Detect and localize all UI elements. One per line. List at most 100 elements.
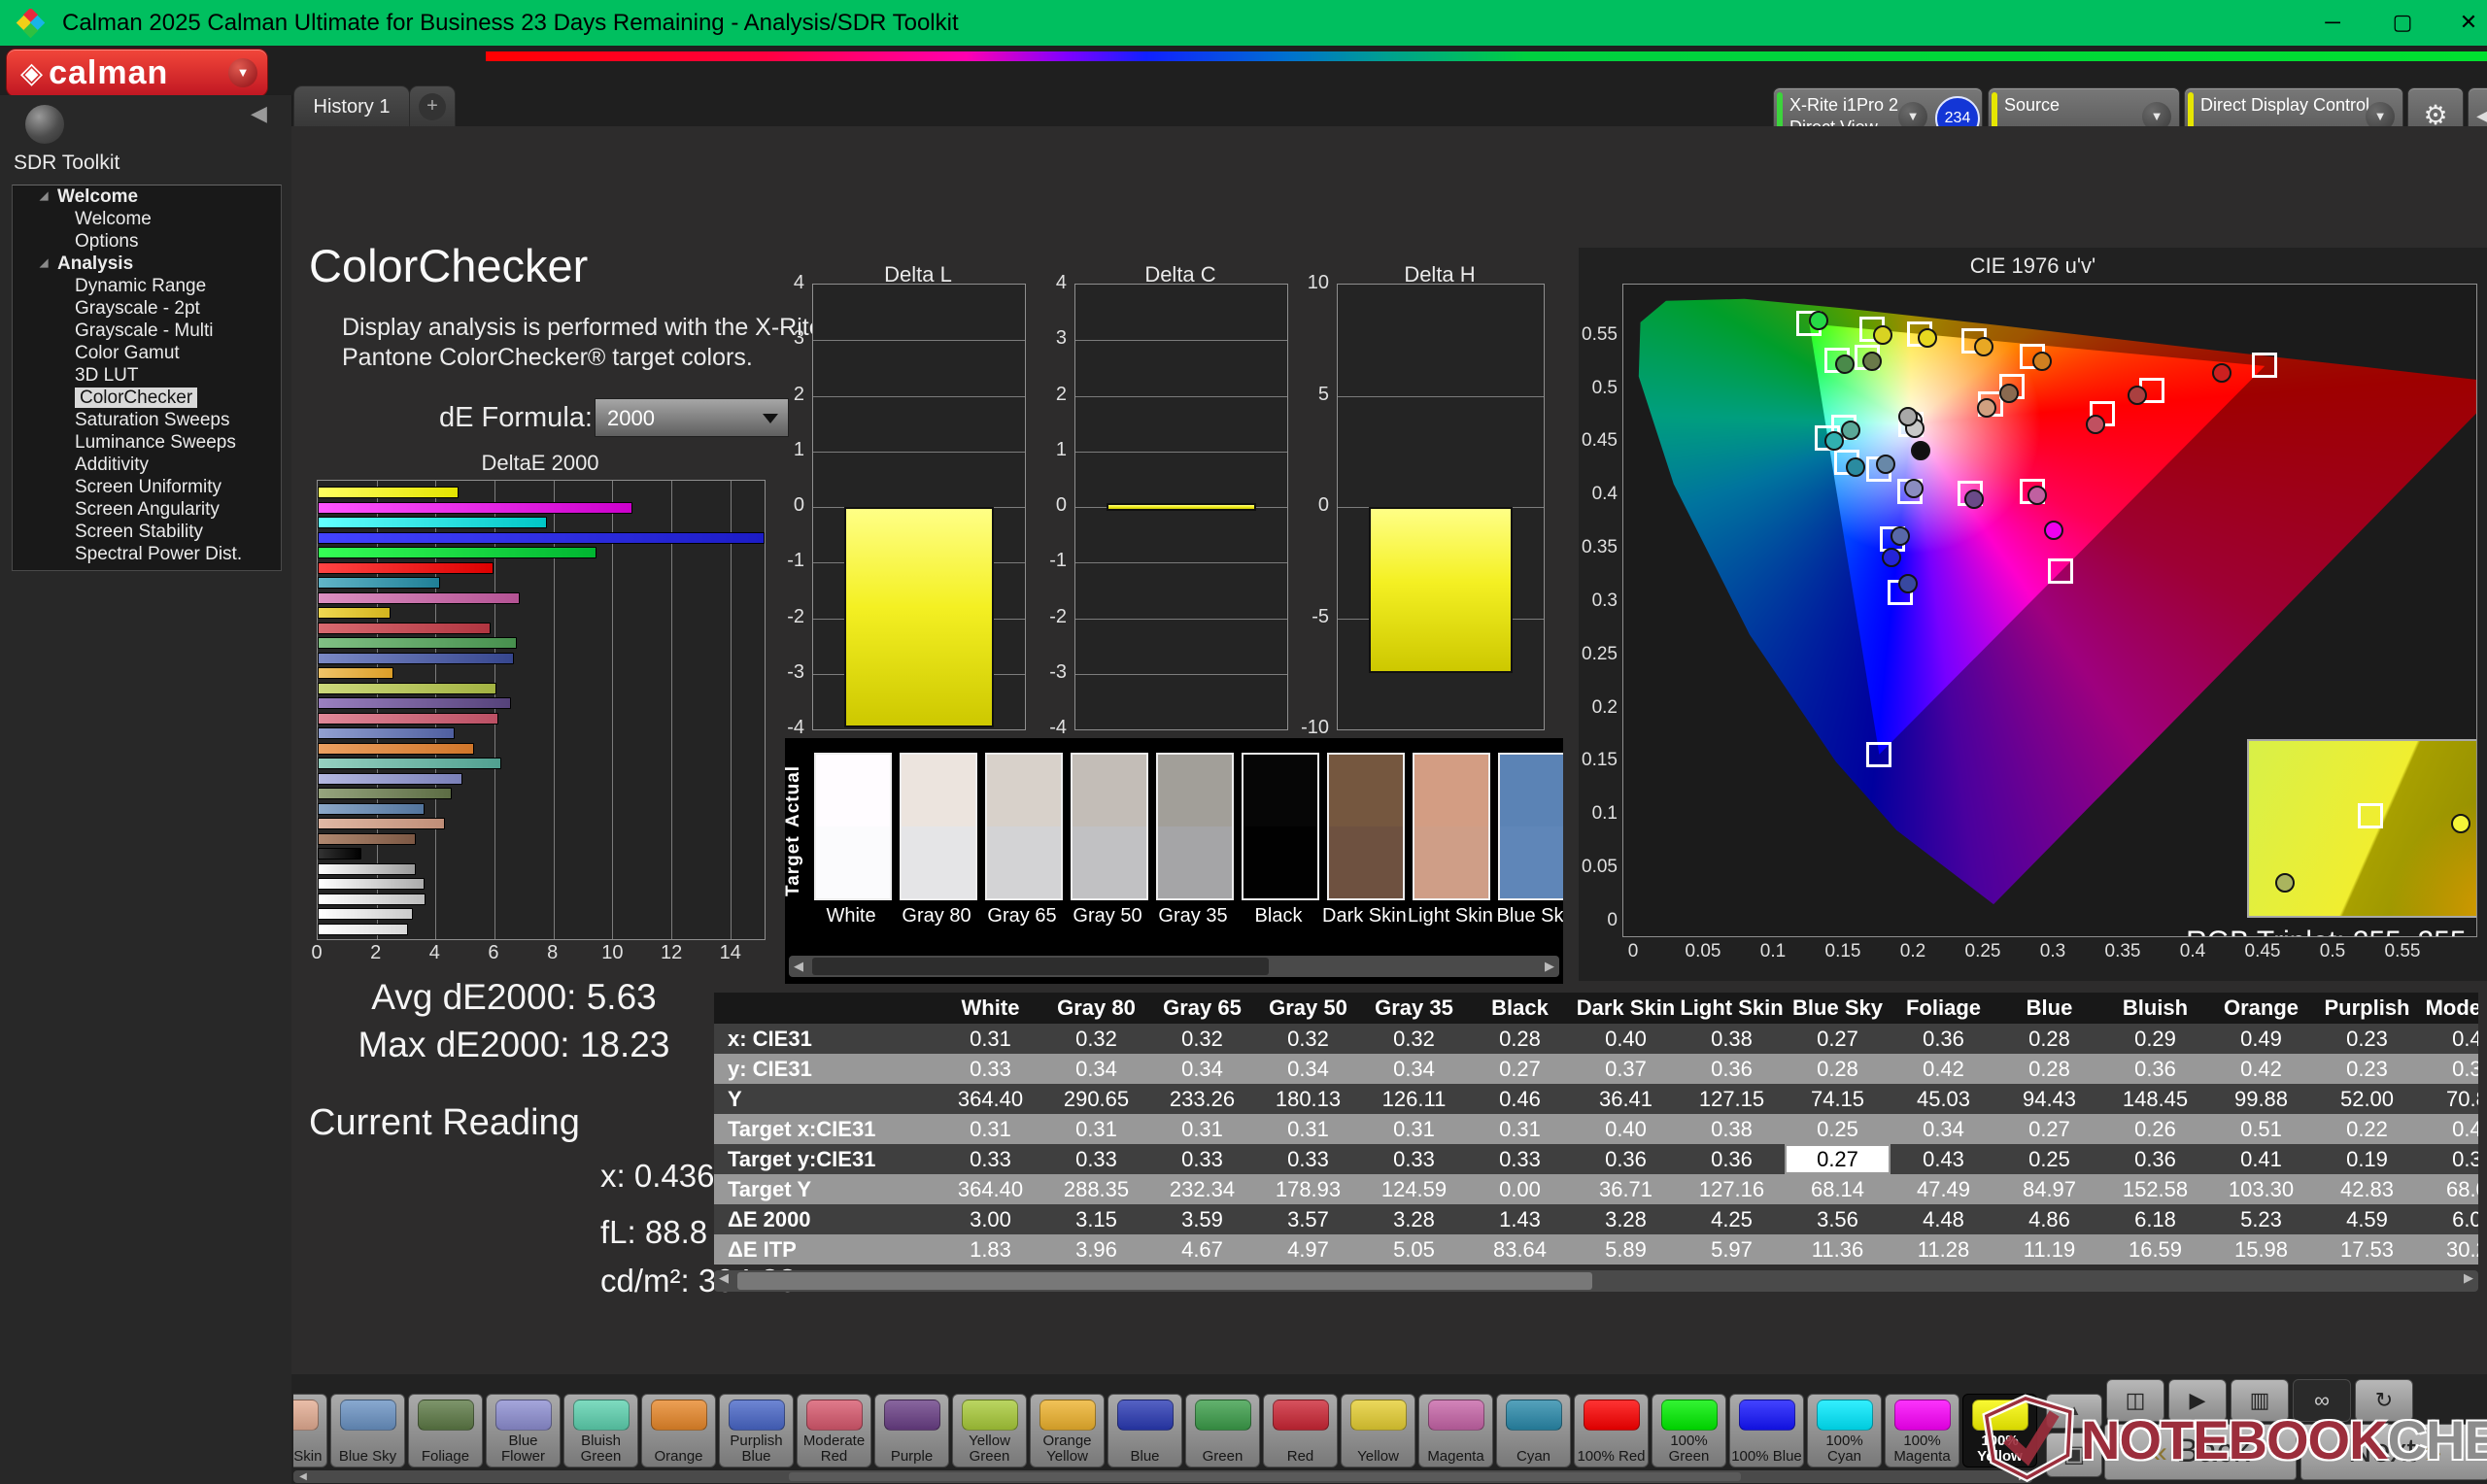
bar-100-green [318, 547, 596, 558]
patch-button-foliage[interactable]: Foliage [408, 1394, 483, 1467]
col-header-gray-80: Gray 80 [1043, 993, 1149, 1024]
bar-light-skin [318, 818, 445, 829]
close-button[interactable]: ✕ [2452, 8, 2485, 37]
compare-swatch-label: White [809, 905, 893, 928]
patch-color-swatch [962, 1400, 1018, 1431]
table-cell: 0.33 [2420, 1054, 2478, 1084]
tree-group-analysis[interactable]: ◢Analysis [13, 253, 281, 275]
target-color [1414, 826, 1488, 898]
patch-button-orange[interactable]: Orange [641, 1394, 716, 1467]
target-color [1073, 826, 1146, 898]
strip-scroll-up-button[interactable]: ▲ [2046, 1394, 2102, 1429]
patch-button-green[interactable]: Green [1185, 1394, 1260, 1467]
scroll-right-icon[interactable]: ▶ [2459, 1270, 2478, 1292]
patch-button-blue-flower[interactable]: Blue Flower [486, 1394, 561, 1467]
patch-strip-scrollbar[interactable]: ◀ ▶ [293, 1470, 2032, 1483]
patch-button-blue-sky[interactable]: Blue Sky [330, 1394, 405, 1467]
minimize-button[interactable]: ─ [2316, 8, 2349, 37]
next-button[interactable]: Next » [2300, 1424, 2487, 1480]
back-button[interactable]: « Back [2104, 1424, 2297, 1480]
tree-item-grayscale-2pt[interactable]: Grayscale - 2pt [13, 297, 281, 320]
calman-menu-button[interactable]: ◈ calman ▼ [6, 49, 268, 97]
table-cell: 0.40 [1573, 1024, 1679, 1054]
tree-item-additivity[interactable]: Additivity [13, 454, 281, 476]
scroll-right-icon[interactable]: ▶ [2013, 1470, 2032, 1483]
patch-button-label: Bluish Green [565, 1433, 636, 1465]
col-header-gray-35: Gray 35 [1361, 993, 1467, 1024]
bar-blue-flower [318, 773, 462, 785]
tree-item-options[interactable]: Options [13, 230, 281, 253]
swatch-scrollbar-thumb[interactable] [812, 958, 1269, 975]
patch-button-100-red[interactable]: 100% Red [1574, 1394, 1649, 1467]
sidebar-collapse-button[interactable]: ◀ [251, 101, 267, 126]
patch-button-100-yellow[interactable]: 100% Yellow [1962, 1394, 2037, 1467]
cie-x-tick-label: 0.35 [2094, 941, 2152, 962]
scroll-left-icon[interactable]: ◀ [714, 1270, 733, 1292]
patch-button-magenta[interactable]: Magenta [1418, 1394, 1493, 1467]
patch-button-label: Purplish Blue [721, 1433, 792, 1465]
patch-button-100-blue[interactable]: 100% Blue [1729, 1394, 1804, 1467]
patch-button-bluish-green[interactable]: Bluish Green [563, 1394, 638, 1467]
table-cell: 0.32 [1361, 1024, 1467, 1054]
patch-button-purplish-blue[interactable]: Purplish Blue [719, 1394, 794, 1467]
scroll-right-icon[interactable]: ▶ [1540, 956, 1559, 977]
tree-item-color-gamut[interactable]: Color Gamut [13, 342, 281, 364]
patch-button-100-magenta[interactable]: 100% Magenta [1885, 1394, 1959, 1467]
patch-color-swatch [1972, 1400, 2028, 1431]
bar-blue [318, 653, 514, 664]
patch-button-yellow[interactable]: Yellow [1341, 1394, 1415, 1467]
scroll-left-icon[interactable]: ◀ [789, 956, 808, 977]
table-scrollbar-thumb[interactable] [737, 1272, 1592, 1290]
patch-button-100-green[interactable]: 100% Green [1652, 1394, 1726, 1467]
col-header-orange: Orange [2208, 993, 2314, 1024]
patch-button-moderate-red[interactable]: Moderate Red [797, 1394, 871, 1467]
toolbar-icon-button[interactable]: ▥ [2231, 1379, 2289, 1422]
patch-color-swatch [1195, 1400, 1251, 1431]
bar-yellow-green [318, 683, 496, 694]
tree-item-3d-lut[interactable]: 3D LUT [13, 364, 281, 387]
session-orb-button[interactable] [25, 105, 64, 144]
patch-button-100-cyan[interactable]: 100% Cyan [1807, 1394, 1882, 1467]
toolbar-icon-button[interactable]: ∞ [2293, 1379, 2351, 1422]
toolbar-icon-button[interactable]: ↻ [2355, 1379, 2413, 1422]
tree-item-screen-stability[interactable]: Screen Stability [13, 521, 281, 543]
toolbar-icon-button[interactable]: ▶ [2168, 1379, 2227, 1422]
patch-button-cyan[interactable]: Cyan [1496, 1394, 1571, 1467]
scroll-left-icon[interactable]: ◀ [293, 1470, 313, 1483]
patch-button-label: Orange [643, 1449, 714, 1465]
tab-history-1[interactable]: History 1 [293, 85, 410, 127]
toolbar-icon-button[interactable]: ◫ [2106, 1379, 2164, 1422]
patch-button-light-skin[interactable]: Light Skin [293, 1394, 327, 1467]
patch-button-red[interactable]: Red [1263, 1394, 1338, 1467]
table-cell: 11.19 [1996, 1234, 2102, 1265]
tree-item-colorchecker[interactable]: ColorChecker [13, 387, 281, 409]
chevron-left-icon: ◀ [251, 101, 267, 125]
tree-item-dynamic-range[interactable]: Dynamic Range [13, 275, 281, 297]
target-row-label: Target [785, 827, 806, 905]
swatch-panel-scrollbar[interactable]: ◀▶ [789, 956, 1559, 977]
patch-button-orange-yellow[interactable]: Orange Yellow [1030, 1394, 1105, 1467]
tree-item-spectral-power-dist-[interactable]: Spectral Power Dist. [13, 543, 281, 565]
table-cell: 68.05 [2420, 1174, 2478, 1204]
y-tick-label: 1 [754, 439, 804, 461]
patch-button-yellow-green[interactable]: Yellow Green [952, 1394, 1027, 1467]
strip-scrollbar-thumb[interactable] [789, 1472, 1741, 1481]
patch-button-blue[interactable]: Blue [1107, 1394, 1182, 1467]
tree-item-welcome[interactable]: Welcome [13, 208, 281, 230]
table-scrollbar[interactable]: ◀ ▶ [714, 1270, 2478, 1292]
patch-button-label: 100% Magenta [1887, 1433, 1958, 1465]
tree-group-welcome[interactable]: ◢Welcome [13, 186, 281, 208]
tree-item-screen-uniformity[interactable]: Screen Uniformity [13, 476, 281, 498]
tree-item-saturation-sweeps[interactable]: Saturation Sweeps [13, 409, 281, 431]
tree-item-screen-angularity[interactable]: Screen Angularity [13, 498, 281, 521]
stop-measure-button[interactable]: ▣ [2046, 1433, 2102, 1477]
meter-name: X-Rite i1Pro 2 [1789, 95, 1898, 116]
inset-measured-marker [2451, 814, 2470, 833]
patch-button-purple[interactable]: Purple [874, 1394, 949, 1467]
tree-item-grayscale-multi[interactable]: Grayscale - Multi [13, 320, 281, 342]
maximize-button[interactable]: ▢ [2386, 8, 2419, 37]
tree-item-label: Screen Angularity [75, 499, 220, 520]
table-cell: 0.23 [2314, 1054, 2420, 1084]
tree-item-luminance-sweeps[interactable]: Luminance Sweeps [13, 431, 281, 454]
add-tab-button[interactable]: + [409, 85, 456, 127]
